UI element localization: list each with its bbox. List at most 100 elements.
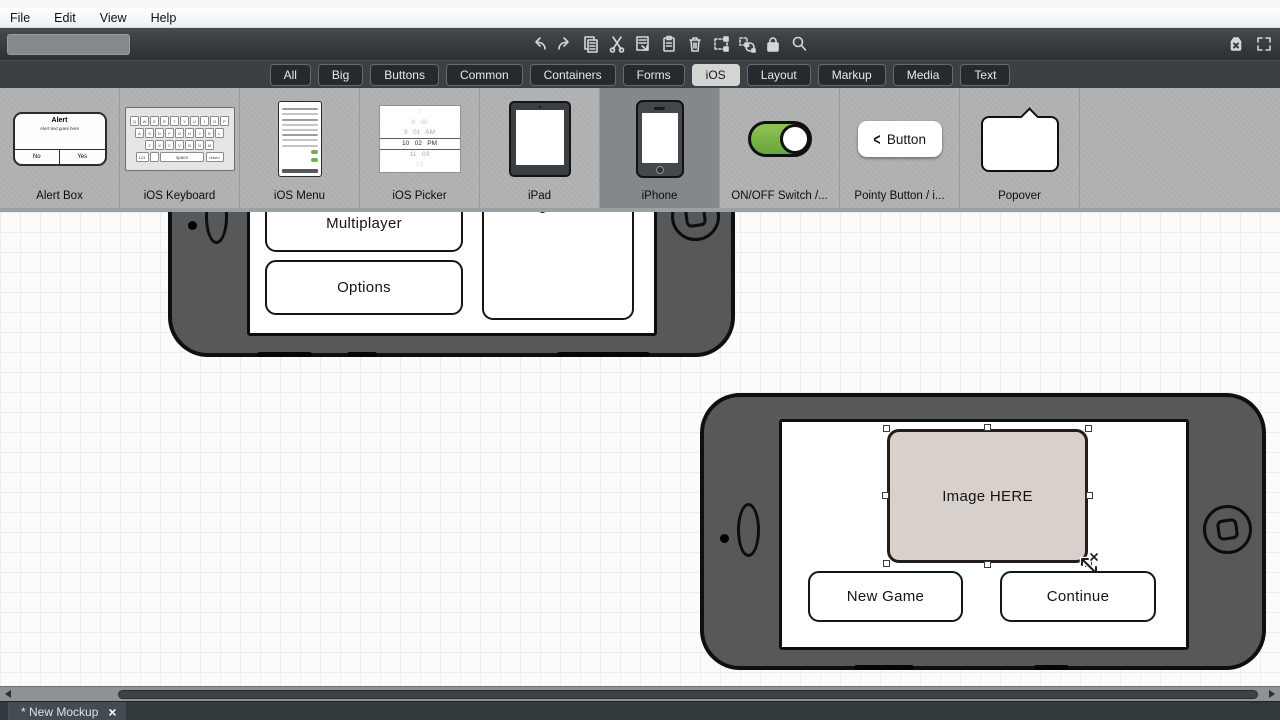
iphone-preview	[600, 88, 719, 190]
horizontal-scrollbar[interactable]	[0, 686, 1280, 701]
menu-file[interactable]: File	[10, 11, 30, 25]
group-icon[interactable]	[709, 31, 733, 57]
palette-label: iOS Keyboard	[144, 190, 216, 202]
resize-handle[interactable]	[984, 424, 991, 431]
tab-buttons[interactable]: Buttons	[370, 64, 439, 86]
mockup-image-container[interactable]: Image HERE	[482, 212, 634, 320]
tab-text[interactable]: Text	[960, 64, 1010, 86]
palette-item-ios-menu[interactable]: iOS Menu	[240, 88, 360, 208]
document-tab-bar: * New Mockup ×	[0, 701, 1280, 720]
scroll-right-arrow-icon[interactable]	[1264, 687, 1280, 701]
palette-item-popover[interactable]: Popover	[960, 88, 1080, 208]
palette-item-ios-keyboard[interactable]: QWERTYUIOP ASDFGHJKL ZXCVBNM 123 space r…	[120, 88, 240, 208]
palette-label: iPhone	[642, 190, 678, 202]
phone-home-button-icon	[1203, 505, 1252, 554]
menu-view[interactable]: View	[100, 11, 127, 25]
copy-icon[interactable]	[579, 31, 603, 57]
scroll-left-arrow-icon[interactable]	[0, 687, 16, 701]
iphone-mockup-bottom[interactable]: Image HERE New Game Continue	[700, 393, 1266, 670]
alert-preview-no: No	[15, 150, 61, 164]
mockup-canvas[interactable]: Multiplayer Options Image HERE Image HER…	[0, 212, 1280, 686]
onoff-switch-preview	[720, 88, 839, 190]
palette-label: Popover	[998, 190, 1041, 202]
tab-ios[interactable]: iOS	[692, 64, 740, 86]
category-tab-strip: All Big Buttons Common Containers Forms …	[0, 60, 1280, 88]
palette-label: Alert Box	[36, 190, 83, 202]
phone-camera-icon	[720, 534, 729, 543]
alert-preview-yes: Yes	[60, 150, 105, 164]
palette-item-onoff-switch[interactable]: ON/OFF Switch /...	[720, 88, 840, 208]
popover-preview	[960, 88, 1079, 190]
phone-speaker-icon	[737, 503, 760, 557]
document-tab-new-mockup[interactable]: * New Mockup ×	[9, 702, 126, 720]
resize-handle[interactable]	[883, 425, 890, 432]
mockup-button-continue[interactable]: Continue	[1000, 571, 1156, 622]
lock-icon[interactable]	[761, 31, 785, 57]
mini-toggle-icon	[311, 150, 318, 154]
tab-big[interactable]: Big	[318, 64, 363, 86]
toolbar-icon-group	[527, 31, 811, 57]
menu-bar: File Edit View Help	[0, 8, 1280, 28]
mini-toggle-icon	[311, 158, 318, 162]
ios-keyboard-preview: QWERTYUIOP ASDFGHJKL ZXCVBNM 123 space r…	[120, 88, 239, 190]
alert-preview-title: Alert	[15, 117, 105, 124]
palette-label: iOS Picker	[392, 190, 446, 202]
mockup-button-multiplayer[interactable]: Multiplayer	[265, 212, 463, 252]
tab-media[interactable]: Media	[893, 64, 954, 86]
paste-icon[interactable]	[657, 31, 681, 57]
ios-picker-preview: 7 8 00 9 01 AM 10 02 PM 11 03 12	[360, 88, 479, 190]
picker-selected-row: 10 02 PM	[380, 138, 460, 150]
ungroup-icon[interactable]	[735, 31, 759, 57]
scrollbar-thumb[interactable]	[118, 690, 1258, 699]
toolbar-right-icons	[1224, 31, 1276, 57]
quick-add-search-input[interactable]	[7, 34, 130, 55]
window-title-strip	[0, 0, 1280, 8]
mockup-button-new-game[interactable]: New Game	[808, 571, 963, 622]
tab-all[interactable]: All	[270, 64, 311, 86]
alert-box-preview: Alert Alert text goes here No Yes	[0, 88, 119, 190]
close-tab-icon[interactable]: ×	[108, 705, 116, 719]
tab-layout[interactable]: Layout	[747, 64, 811, 86]
iphone-mockup-top[interactable]: Multiplayer Options Image HERE	[168, 212, 735, 357]
phone-home-button-icon	[671, 212, 720, 241]
toolbar	[0, 28, 1280, 60]
undo-icon[interactable]	[527, 31, 551, 57]
fullscreen-icon[interactable]	[1252, 31, 1276, 57]
menu-edit[interactable]: Edit	[54, 11, 76, 25]
resize-handle[interactable]	[882, 492, 889, 499]
resize-handle[interactable]	[984, 561, 991, 568]
palette-item-pointy-button[interactable]: < Button Pointy Button / i...	[840, 88, 960, 208]
delete-icon[interactable]	[683, 31, 707, 57]
close-panel-icon[interactable]	[1224, 31, 1248, 57]
mockup-button-options[interactable]: Options	[265, 260, 463, 315]
phone-screen: Multiplayer Options Image HERE	[247, 212, 657, 336]
alert-preview-text: Alert text goes here	[15, 126, 105, 131]
selected-image-container[interactable]: Image HERE	[887, 429, 1088, 563]
palette-item-iphone[interactable]: iPhone	[600, 88, 720, 208]
phone-screen: Image HERE New Game Continue	[779, 419, 1189, 650]
palette-empty-area	[1080, 88, 1280, 208]
tab-markup[interactable]: Markup	[818, 64, 886, 86]
palette-label: ON/OFF Switch /...	[731, 190, 827, 202]
redo-icon[interactable]	[553, 31, 577, 57]
tab-forms[interactable]: Forms	[623, 64, 685, 86]
resize-handle[interactable]	[883, 560, 890, 567]
palette-item-ipad[interactable]: iPad	[480, 88, 600, 208]
palette-item-alert-box[interactable]: Alert Alert text goes here No Yes Alert …	[0, 88, 120, 208]
palette-item-ios-picker[interactable]: 7 8 00 9 01 AM 10 02 PM 11 03 12 iOS Pic…	[360, 88, 480, 208]
cut-icon[interactable]	[605, 31, 629, 57]
palette-label: iOS Menu	[274, 190, 325, 202]
phone-camera-icon	[188, 221, 197, 230]
document-tab-label: * New Mockup	[21, 705, 98, 719]
zoom-icon[interactable]	[787, 31, 811, 57]
palette-label: Pointy Button / i...	[854, 190, 944, 202]
phone-speaker-icon	[205, 212, 228, 244]
paste-special-icon[interactable]	[631, 31, 655, 57]
resize-handle[interactable]	[1086, 492, 1093, 499]
tab-common[interactable]: Common	[446, 64, 523, 86]
resize-handle[interactable]	[1085, 425, 1092, 432]
ipad-preview	[480, 88, 599, 190]
palette-label: iPad	[528, 190, 551, 202]
tab-containers[interactable]: Containers	[530, 64, 616, 86]
menu-help[interactable]: Help	[151, 11, 177, 25]
